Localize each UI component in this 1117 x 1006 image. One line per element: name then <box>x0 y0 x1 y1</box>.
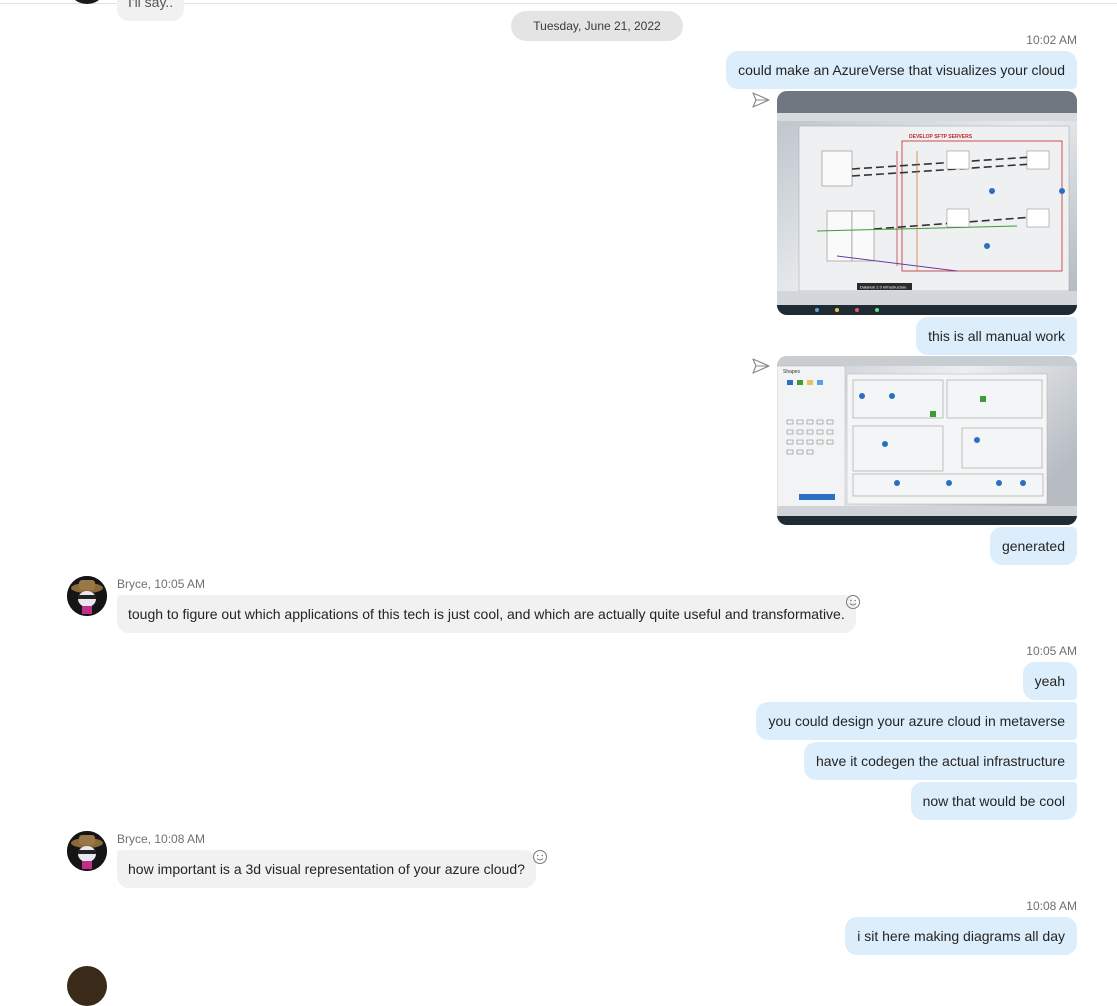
svg-text:DEVELOP SFTP SERVERS: DEVELOP SFTP SERVERS <box>909 134 973 140</box>
message-timestamp: 10:02 AM <box>1026 33 1077 47</box>
avatar-image <box>67 576 107 616</box>
message-timestamp: 10:08 AM <box>1026 899 1077 913</box>
incoming-message[interactable]: how important is a 3d visual representat… <box>117 850 536 888</box>
message-text: could make an AzureVerse that visualizes… <box>738 62 1065 78</box>
outgoing-message[interactable]: now that would be cool <box>910 782 1077 820</box>
avatar-partial-bottom[interactable] <box>67 966 107 1006</box>
diagram-photo: Shapes <box>777 356 1077 525</box>
outgoing-message[interactable]: generated <box>989 527 1077 565</box>
diagram-photo: DEVELOP SFTP SERVERS Datahub 2.0 Infrast… <box>777 91 1077 315</box>
avatar-image <box>67 831 107 871</box>
svg-text:Datahub 2.0 Infrastructure: Datahub 2.0 Infrastructure <box>860 285 907 290</box>
react-emoji-icon[interactable] <box>845 594 861 610</box>
message-text: I'll say.. <box>128 0 174 10</box>
outgoing-message[interactable]: yeah <box>1022 662 1077 700</box>
sent-status-icon <box>752 92 770 108</box>
avatar[interactable] <box>67 831 107 871</box>
message-text: you could design your azure cloud in met… <box>768 713 1065 729</box>
image-attachment[interactable]: DEVELOP SFTP SERVERS Datahub 2.0 Infrast… <box>777 91 1077 315</box>
react-emoji-icon[interactable] <box>532 849 548 865</box>
message-text: i sit here making diagrams all day <box>857 928 1065 944</box>
message-partial-top[interactable]: I'll say.. <box>117 0 185 21</box>
message-text: generated <box>1001 538 1065 554</box>
image-attachment[interactable]: Shapes <box>777 356 1077 525</box>
sender-name-time: Bryce, 10:08 AM <box>117 832 206 846</box>
date-separator: Tuesday, June 21, 2022 <box>511 11 683 41</box>
date-separator-label: Tuesday, June 21, 2022 <box>533 19 661 33</box>
avatar[interactable] <box>67 576 107 616</box>
message-text: have it codegen the actual infrastructur… <box>815 753 1065 769</box>
outgoing-message[interactable]: have it codegen the actual infrastructur… <box>803 742 1077 780</box>
message-timestamp: 10:05 AM <box>1026 644 1077 658</box>
sent-status-icon <box>752 358 770 374</box>
message-text: yeah <box>1034 673 1065 689</box>
message-text: this is all manual work <box>928 328 1065 344</box>
sender-name-time: Bryce, 10:05 AM <box>117 577 206 591</box>
outgoing-message[interactable]: could make an AzureVerse that visualizes… <box>726 51 1077 89</box>
message-text: tough to figure out which applications o… <box>128 606 845 622</box>
message-text: now that would be cool <box>922 793 1065 809</box>
outgoing-message[interactable]: i sit here making diagrams all day <box>845 917 1077 955</box>
svg-text:Shapes: Shapes <box>783 369 800 375</box>
message-text: how important is a 3d visual representat… <box>128 861 525 877</box>
outgoing-message[interactable]: this is all manual work <box>916 317 1077 355</box>
incoming-message[interactable]: tough to figure out which applications o… <box>117 595 856 633</box>
outgoing-message[interactable]: you could design your azure cloud in met… <box>756 702 1077 740</box>
